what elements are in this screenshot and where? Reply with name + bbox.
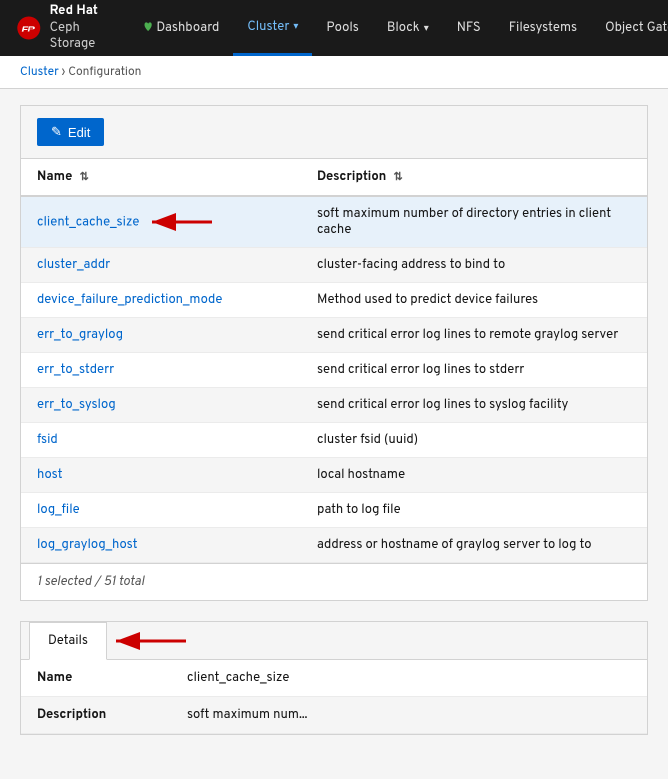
config-desc-cell: send critical error log lines to remote …: [301, 318, 647, 353]
nav-label-object-gateway: Object Gateway: [605, 20, 668, 36]
table-row[interactable]: cluster_addrcluster-facing address to bi…: [21, 248, 647, 283]
pencil-icon: ✎: [51, 124, 62, 140]
config-name-cell[interactable]: client_cache_size: [21, 196, 301, 248]
details-arrow-annotation: [111, 627, 191, 655]
col-header-name[interactable]: Name ⇅: [21, 159, 301, 196]
config-desc-cell: send critical error log lines to syslog …: [301, 388, 647, 423]
config-desc-cell: Method used to predict device failures: [301, 283, 647, 318]
config-name-cell[interactable]: err_to_syslog: [21, 388, 301, 423]
table-row[interactable]: client_cache_size soft maximum number of…: [21, 196, 647, 248]
main-content: ✎ Edit Name ⇅ Description ⇅ clie: [0, 89, 668, 751]
table-row[interactable]: err_to_syslogsend critical error log lin…: [21, 388, 647, 423]
config-name-cell[interactable]: err_to_stderr: [21, 353, 301, 388]
config-name-cell[interactable]: log_graylog_host: [21, 528, 301, 563]
config-desc-cell: cluster-facing address to bind to: [301, 248, 647, 283]
edit-button[interactable]: ✎ Edit: [37, 118, 104, 146]
nav-item-nfs[interactable]: NFS: [443, 0, 495, 56]
config-name-cell[interactable]: host: [21, 458, 301, 493]
nav-item-cluster[interactable]: Cluster ▾: [233, 0, 312, 56]
config-desc-cell: send critical error log lines to stderr: [301, 353, 647, 388]
table-row[interactable]: err_to_graylogsend critical error log li…: [21, 318, 647, 353]
col-header-description[interactable]: Description ⇅: [301, 159, 647, 196]
row-arrow-annotation: [147, 212, 217, 232]
config-name-cell[interactable]: err_to_graylog: [21, 318, 301, 353]
nav-label-cluster: Cluster: [247, 19, 289, 35]
config-toolbar: ✎ Edit: [21, 106, 647, 159]
nav-item-pools[interactable]: Pools: [312, 0, 372, 56]
nav-item-dashboard[interactable]: ♥ Dashboard: [130, 0, 234, 56]
config-name-cell[interactable]: device_failure_prediction_mode: [21, 283, 301, 318]
details-value-name: client_cache_size: [171, 660, 647, 697]
table-row[interactable]: log_graylog_hostaddress or hostname of g…: [21, 528, 647, 563]
config-desc-cell: cluster fsid (uuid): [301, 423, 647, 458]
nav-label-nfs: NFS: [457, 20, 481, 36]
table-footer: 1 selected / 51 total: [21, 563, 647, 600]
breadcrumb: Cluster › Configuration: [0, 56, 668, 89]
redhat-icon: [16, 10, 42, 46]
details-value-description: soft maximum num...: [171, 697, 647, 734]
table-row[interactable]: fsidcluster fsid (uuid): [21, 423, 647, 458]
breadcrumb-current: Configuration: [68, 64, 141, 80]
breadcrumb-parent[interactable]: Cluster: [20, 64, 59, 80]
nav-label-pools: Pools: [326, 20, 358, 36]
details-section: Details Name client_cache_size Descripti…: [20, 621, 648, 735]
config-desc-cell: path to log file: [301, 493, 647, 528]
config-name-cell[interactable]: log_file: [21, 493, 301, 528]
heartbeat-icon: ♥: [144, 20, 153, 36]
table-row[interactable]: err_to_stderrsend critical error log lin…: [21, 353, 647, 388]
nav-label-block: Block: [387, 20, 420, 36]
details-table: Name client_cache_size Description soft …: [21, 660, 647, 734]
chevron-down-icon-block: ▾: [424, 22, 429, 35]
config-name-cell[interactable]: fsid: [21, 423, 301, 458]
details-label-description: Description: [21, 697, 171, 734]
config-desc-cell: soft maximum number of directory entries…: [301, 196, 647, 248]
nav-item-filesystems[interactable]: Filesystems: [495, 0, 591, 56]
app-name-line1: Red Hat: [50, 3, 106, 20]
app-logo[interactable]: Red Hat Ceph Storage: [16, 3, 106, 54]
main-nav: ♥ Dashboard Cluster ▾ Pools Block ▾ NFS …: [130, 0, 668, 56]
config-panel: ✎ Edit Name ⇅ Description ⇅ clie: [20, 105, 648, 601]
nav-label-dashboard: Dashboard: [156, 20, 219, 36]
details-tab-bar: Details: [21, 622, 647, 660]
table-row[interactable]: hostlocal hostname: [21, 458, 647, 493]
table-row[interactable]: log_filepath to log file: [21, 493, 647, 528]
config-table: Name ⇅ Description ⇅ client_cache_size: [21, 159, 647, 563]
sort-icon-name: ⇅: [80, 171, 89, 185]
table-row[interactable]: device_failure_prediction_modeMethod use…: [21, 283, 647, 318]
selection-count: 1 selected / 51 total: [37, 574, 144, 590]
details-label-name: Name: [21, 660, 171, 697]
app-name-line2: Ceph Storage: [50, 20, 106, 54]
nav-item-object-gateway[interactable]: Object Gateway ▾: [591, 0, 668, 56]
config-desc-cell: address or hostname of graylog server to…: [301, 528, 647, 563]
nav-item-block[interactable]: Block ▾: [373, 0, 443, 56]
config-desc-cell: local hostname: [301, 458, 647, 493]
details-tab[interactable]: Details: [29, 622, 107, 660]
details-tab-label: Details: [48, 633, 88, 649]
details-row-description: Description soft maximum num...: [21, 697, 647, 734]
sort-icon-desc: ⇅: [394, 171, 403, 185]
chevron-down-icon: ▾: [293, 20, 298, 33]
edit-button-label: Edit: [68, 125, 90, 140]
nav-label-filesystems: Filesystems: [509, 20, 577, 36]
details-row-name: Name client_cache_size: [21, 660, 647, 697]
config-name-cell[interactable]: cluster_addr: [21, 248, 301, 283]
topbar: Red Hat Ceph Storage ♥ Dashboard Cluster…: [0, 0, 668, 56]
